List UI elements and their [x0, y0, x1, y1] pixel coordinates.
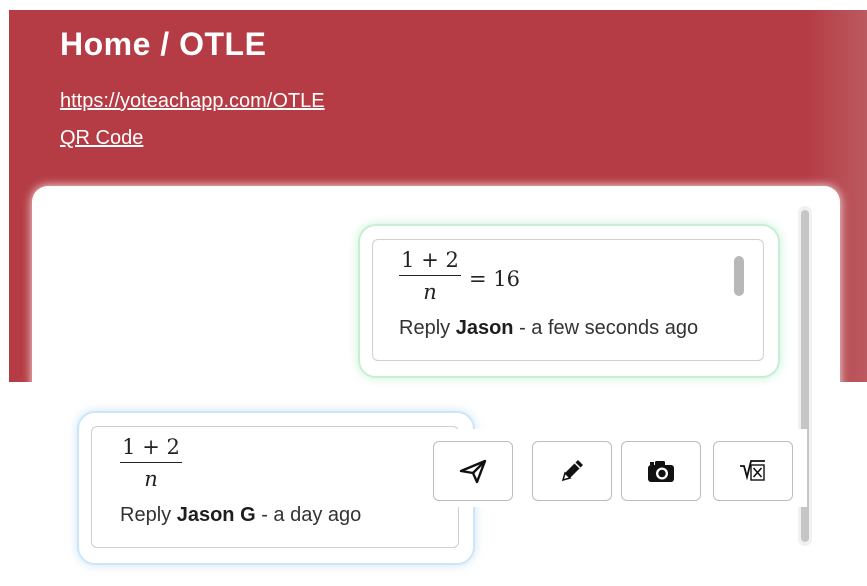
message-bubble-received: 1 + 2 n Reply Jason G - a day ago [77, 411, 475, 565]
math-fraction: 1 + 2 n [120, 435, 182, 491]
camera-button[interactable] [621, 441, 701, 501]
author-name: Jason [455, 317, 514, 339]
page-title: Home / OTLE [60, 26, 267, 62]
formula-icon [740, 460, 765, 481]
fraction-denominator: n [423, 280, 437, 304]
reply-meta: Reply Jason G - a day ago [120, 504, 361, 527]
reply-label[interactable]: Reply [120, 504, 171, 526]
timestamp: - a few seconds ago [519, 317, 699, 339]
camera-icon [648, 461, 674, 482]
fraction-numerator: 1 + 2 [401, 248, 459, 272]
fraction-numerator: 1 + 2 [122, 435, 180, 459]
math-fraction: 1 + 2 n [399, 248, 461, 304]
fraction-bar [399, 275, 461, 276]
message-toolbar [425, 429, 807, 507]
message-bubble-sent: 1 + 2 n = 16 Reply Jason - a few seconds… [358, 224, 780, 378]
draw-button[interactable] [532, 441, 612, 501]
math-rhs: = 16 [469, 267, 520, 291]
pencil-icon [561, 460, 583, 482]
content-scrollbar-thumb[interactable] [734, 256, 744, 296]
send-icon [459, 459, 487, 484]
timestamp: - a day ago [261, 504, 362, 526]
author-name: Jason G [176, 504, 256, 526]
send-button[interactable] [433, 441, 513, 501]
reply-label[interactable]: Reply [399, 317, 450, 339]
message-content-box: 1 + 2 n Reply Jason G - a day ago [91, 426, 459, 548]
fraction-denominator: n [144, 467, 158, 491]
reply-meta: Reply Jason - a few seconds ago [399, 317, 698, 340]
qr-code-link[interactable]: QR Code [60, 127, 143, 150]
class-url-link[interactable]: https://yoteachapp.com/OTLE [60, 90, 325, 113]
message-content-box: 1 + 2 n = 16 Reply Jason - a few seconds… [372, 239, 764, 361]
formula-button[interactable] [713, 441, 793, 501]
fraction-bar [120, 462, 182, 463]
